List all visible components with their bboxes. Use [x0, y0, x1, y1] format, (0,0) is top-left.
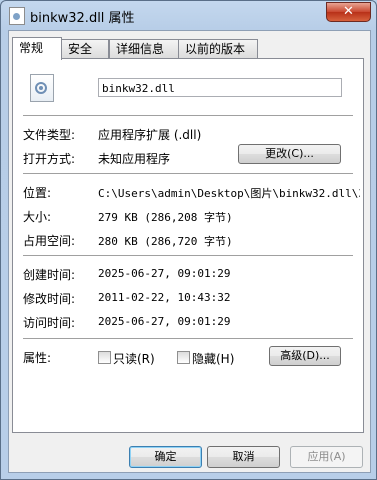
tab-previous-versions-label: 以前的版本 — [185, 42, 246, 56]
close-button[interactable]: ✕ — [326, 2, 371, 22]
readonly-checkbox[interactable] — [98, 351, 111, 364]
file-name-field[interactable]: binkw32.dll — [98, 78, 342, 97]
window-title: binkw32.dll 属性 — [30, 11, 135, 26]
tab-details-label: 详细信息 — [116, 42, 165, 56]
open-with-label: 打开方式: — [23, 152, 76, 166]
tab-previous-versions[interactable]: 以前的版本 — [178, 39, 258, 58]
ok-button[interactable]: 确定 — [129, 446, 202, 468]
location-value: C:\Users\admin\Desktop\图片\binkw32.dll\3 — [98, 187, 360, 200]
file-icon — [9, 7, 25, 25]
created-label: 创建时间: — [23, 268, 76, 282]
open-with-value: 未知应用程序 — [98, 152, 171, 166]
created-value: 2025-06-27, 09:01:29 — [98, 267, 231, 280]
size-value: 279 KB (286,208 字节) — [98, 211, 233, 224]
divider — [23, 338, 353, 339]
cancel-button[interactable]: 取消 — [207, 446, 280, 468]
location-label: 位置: — [23, 186, 52, 200]
tab-general[interactable]: 常规 — [12, 37, 62, 60]
accessed-value: 2025-06-27, 09:01:29 — [98, 315, 231, 328]
tab-security[interactable]: 安全 — [61, 39, 109, 58]
divider — [23, 255, 353, 256]
file-type-value: 应用程序扩展 (.dll) — [98, 128, 202, 142]
apply-button[interactable]: 应用(A) — [290, 446, 363, 468]
modified-label: 修改时间: — [23, 292, 76, 306]
general-panel: binkw32.dll 文件类型: 应用程序扩展 (.dll) 打开方式: 未知… — [12, 58, 364, 433]
size-label: 大小: — [23, 210, 52, 224]
tab-security-label: 安全 — [68, 42, 93, 56]
size-on-disk-label: 占用空间: — [23, 234, 76, 248]
modified-value: 2011-02-22, 10:43:32 — [98, 291, 231, 304]
file-type-label: 文件类型: — [23, 128, 76, 142]
attributes-label: 属性: — [23, 351, 52, 365]
advanced-button[interactable]: 高级(D)... — [269, 346, 341, 366]
divider — [23, 173, 353, 174]
dialog-body: 常规 安全 详细信息 以前的版本 binkw32.dll 文件类型: 应用程序扩… — [8, 30, 371, 473]
tab-general-label: 常规 — [19, 41, 44, 55]
tab-details[interactable]: 详细信息 — [109, 39, 179, 58]
accessed-label: 访问时间: — [23, 316, 76, 330]
readonly-label[interactable]: 只读(R) — [113, 350, 155, 367]
hidden-checkbox[interactable] — [177, 351, 190, 364]
hidden-label[interactable]: 隐藏(H) — [192, 350, 234, 367]
size-on-disk-value: 280 KB (286,720 字节) — [98, 235, 233, 248]
change-button[interactable]: 更改(C)... — [238, 144, 341, 164]
dll-file-icon — [30, 74, 54, 102]
divider — [23, 115, 353, 116]
properties-window: binkw32.dll 属性 ✕ 常规 安全 详细信息 以前的版本 binkw3… — [0, 0, 377, 480]
title-bar[interactable]: binkw32.dll 属性 ✕ — [1, 1, 376, 29]
